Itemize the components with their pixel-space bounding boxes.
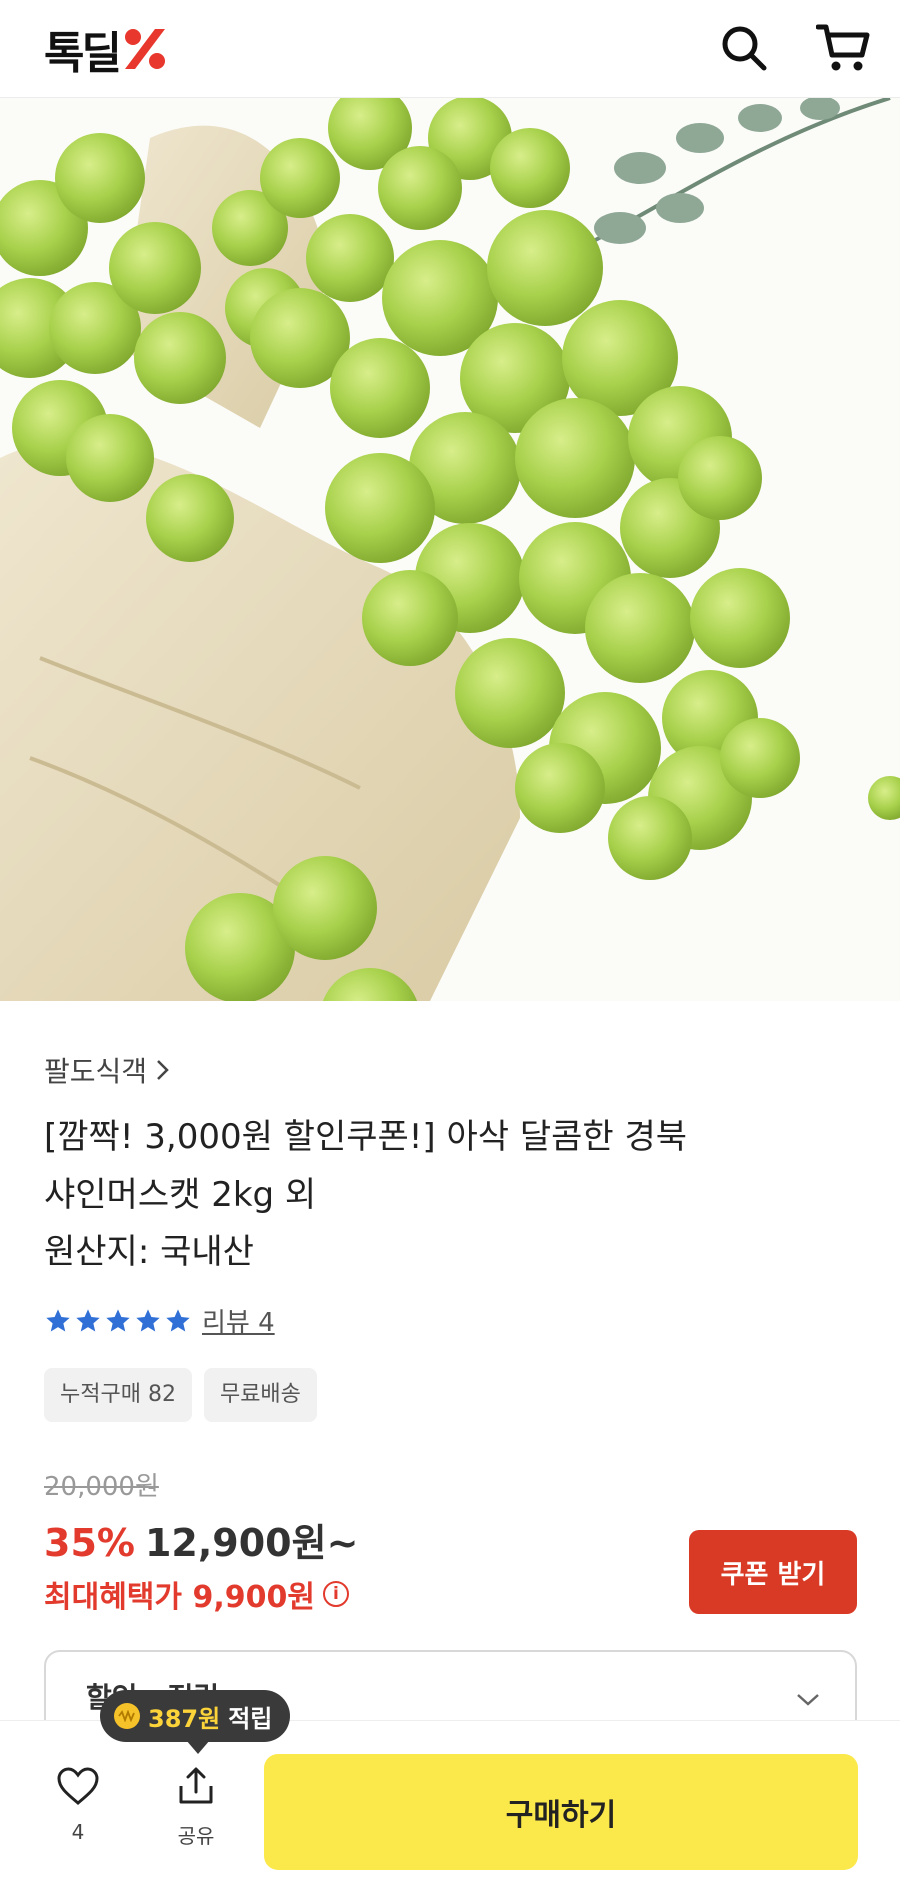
free-shipping-badge: 무료배송 [203, 1368, 317, 1422]
points-suffix: 적립 [228, 1704, 273, 1733]
search-button[interactable] [714, 18, 774, 78]
share-button[interactable]: 공유 [162, 1766, 230, 1856]
star-rating [44, 1307, 192, 1335]
product-image-carousel[interactable] [0, 98, 900, 1001]
star-icon [106, 1308, 130, 1331]
share-label: 공유 [177, 1824, 215, 1848]
product-title: [깜짝! 3,000원 할인쿠폰!] 아삭 달콤한 경북 샤인머스캣 2kg 외 [44, 1108, 824, 1224]
discount-rate: 35% [44, 1521, 135, 1565]
percent-logo-icon [124, 29, 165, 69]
like-count: 4 [71, 1820, 85, 1844]
points-coin-icon [114, 1703, 140, 1729]
chevron-right-icon [157, 1060, 169, 1080]
share-icon [179, 1767, 213, 1804]
grapes-image [0, 98, 900, 1001]
info-icon[interactable]: i [322, 1581, 349, 1607]
sale-price: 12,900원~ [144, 1521, 359, 1565]
star-icon [136, 1308, 160, 1331]
review-link[interactable]: 리뷰 4 [202, 1302, 275, 1339]
product-origin: 원산지: 국내산 [44, 1232, 254, 1272]
max-benefit-text: 최대혜택가 9,900원 [44, 1580, 315, 1615]
top-header: 톡딜 [0, 0, 900, 98]
cart-icon [816, 24, 870, 71]
heart-icon [57, 1767, 99, 1805]
talkdeal-logo[interactable]: 톡딜 [44, 24, 169, 79]
rating-row[interactable]: 리뷰 4 [44, 1302, 275, 1339]
logo-text: 톡딜 [44, 28, 122, 79]
star-icon [76, 1308, 100, 1331]
points-value: 387원 [148, 1704, 221, 1733]
product-title-line-2: 샤인머스캣 2kg 외 [44, 1175, 317, 1215]
product-badges: 누적구매 82 무료배송 [44, 1368, 317, 1422]
price-row: 35% 12,900원~ [44, 1512, 358, 1567]
star-icon [46, 1308, 70, 1331]
product-title-line-1: [깜짝! 3,000원 할인쿠폰!] 아삭 달콤한 경북 [44, 1117, 688, 1157]
get-coupon-button[interactable]: 쿠폰 받기 [689, 1530, 857, 1614]
star-icon [166, 1308, 190, 1331]
buy-button[interactable]: 구매하기 [264, 1754, 858, 1870]
purchase-count-badge: 누적구매 82 [44, 1368, 192, 1422]
search-icon [722, 26, 767, 71]
seller-name: 팔도식객 [44, 1055, 148, 1088]
like-button[interactable]: 4 [44, 1766, 112, 1856]
points-tooltip: 387원 적립 [100, 1690, 291, 1754]
chevron-down-icon [797, 1694, 819, 1706]
max-benefit-price: 최대혜택가 9,900원 i [44, 1572, 349, 1616]
original-price: 20,000원 [44, 1472, 159, 1502]
seller-link[interactable]: 팔도식객 [44, 1050, 171, 1090]
cart-button[interactable] [813, 18, 873, 78]
